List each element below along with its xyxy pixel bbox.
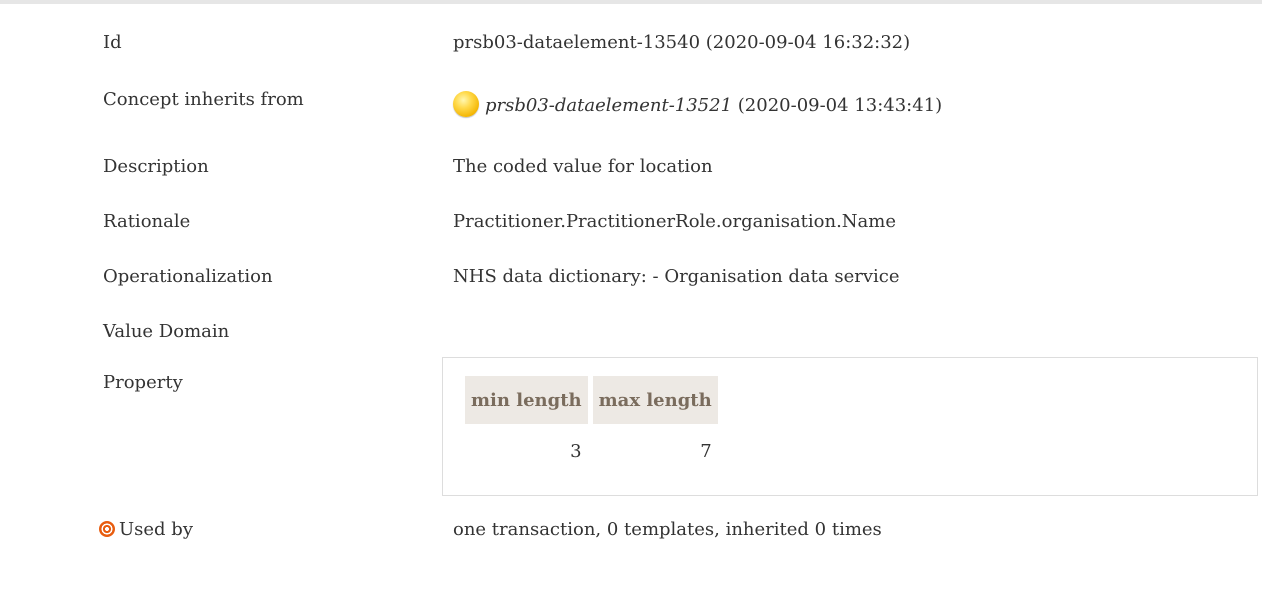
id-label: Id xyxy=(103,32,122,53)
operationalization-label: Operationalization xyxy=(103,266,273,287)
top-band xyxy=(0,0,1262,4)
description-label: Description xyxy=(103,156,209,177)
operationalization-value: NHS data dictionary: - Organisation data… xyxy=(453,266,900,287)
used-by-value: one transaction, 0 templates, inherited … xyxy=(453,519,882,540)
description-value: The coded value for location xyxy=(453,156,713,177)
inherited-concept-date: (2020-09-04 13:43:41) xyxy=(737,95,943,116)
max-length-value: 7 xyxy=(700,440,712,462)
id-value: prsb03-dataelement-13540 (2020-09-04 16:… xyxy=(453,32,911,53)
used-by-label-wrap: Used by xyxy=(99,518,193,542)
max-length-header: max length xyxy=(592,376,718,424)
target-icon xyxy=(99,521,115,537)
min-length-header: min length xyxy=(465,376,588,424)
min-length-value: 3 xyxy=(570,440,582,462)
rationale-value: Practitioner.PractitionerRole.organisati… xyxy=(453,211,897,232)
property-table: min length max length 3 7 xyxy=(460,376,723,478)
property-box: min length max length 3 7 xyxy=(442,357,1258,496)
inherited-concept-link[interactable]: prsb03-dataelement-13521 xyxy=(485,95,732,116)
property-label: Property xyxy=(103,372,183,393)
table-row: 3 7 xyxy=(465,424,718,478)
concept-inherits-from-value: prsb03-dataelement-13521 (2020-09-04 13:… xyxy=(453,91,942,118)
used-by-label: Used by xyxy=(119,519,193,540)
rationale-label: Rationale xyxy=(103,211,191,232)
yellow-circle-icon xyxy=(453,91,479,117)
concept-inherits-from-label: Concept inherits from xyxy=(103,89,304,110)
value-domain-label: Value Domain xyxy=(103,321,230,342)
